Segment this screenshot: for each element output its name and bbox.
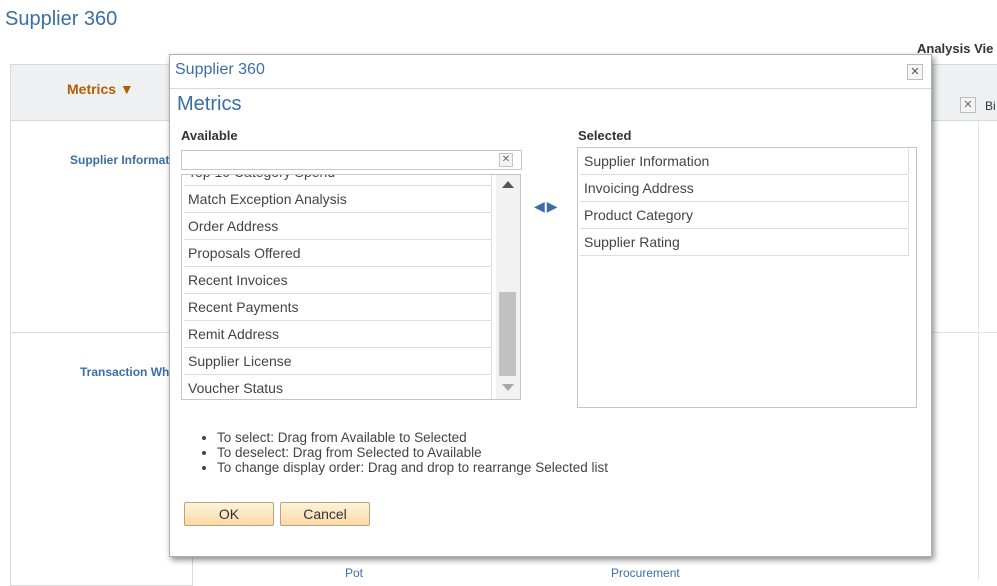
row-divider [11,332,192,333]
row-label-supplier-information: Supplier Informat [70,153,170,167]
instruction-item: To select: Drag from Available to Select… [217,430,608,445]
list-item-recent-payments[interactable]: Recent Payments [184,295,492,321]
scroll-down-icon[interactable] [502,384,514,391]
instruction-item: To change display order: Drag and drop t… [217,460,608,475]
instruction-item: To deselect: Drag from Selected to Avail… [217,445,608,460]
metrics-panel-header: Metrics ▼ [11,65,192,121]
dialog-title: Supplier 360 [175,61,265,78]
list-item-match-exception-analysis[interactable]: Match Exception Analysis [184,187,492,213]
available-label: Available [181,128,238,143]
dialog-heading: Metrics [177,93,242,115]
list-item-order-address[interactable]: Order Address [184,214,492,240]
list-item-product-category[interactable]: Product Category [580,203,909,229]
scrollbar-thumb[interactable] [499,292,516,376]
list-item-remit-address[interactable]: Remit Address [184,322,492,348]
list-item-supplier-information[interactable]: Supplier Information [580,149,909,175]
metrics-menu-button[interactable]: Metrics ▼ [67,81,134,97]
list-item-voucher-status[interactable]: Voucher Status [184,376,492,399]
available-list-items: Top 10 Category Spend Match Exception An… [182,175,492,399]
list-item-top-10-category-spend[interactable]: Top 10 Category Spend [184,175,492,186]
bg-chart-label: Pot [345,566,364,580]
close-icon[interactable]: ✕ [907,64,923,80]
list-item-recent-invoices[interactable]: Recent Invoices [184,268,492,294]
cancel-button[interactable]: Cancel [280,502,370,526]
grid-line [978,120,979,580]
list-item-invoicing-address[interactable]: Invoicing Address [580,176,909,202]
move-arrows-icon[interactable]: ◀▶ [534,198,560,215]
row-label-transaction: Transaction Wh [80,365,170,379]
list-item-proposals-offered[interactable]: Proposals Offered [184,241,492,267]
dialog-titlebar[interactable]: Supplier 360 ✕ [170,55,931,89]
available-list[interactable]: Top 10 Category Spend Match Exception An… [181,174,521,400]
metrics-dialog: Supplier 360 ✕ Metrics Available Selecte… [169,54,932,557]
ok-button[interactable]: OK [184,502,274,526]
close-column-icon[interactable]: ✕ [960,97,976,113]
clear-search-icon[interactable]: ✕ [499,153,513,167]
page-title: Supplier 360 [5,8,118,30]
metrics-panel: Metrics ▼ Supplier Informat Transaction … [10,64,193,586]
column-header-label: Bi [985,99,996,113]
selected-list[interactable]: Supplier Information Invoicing Address P… [577,147,917,408]
scroll-up-icon[interactable] [502,181,514,188]
list-item-supplier-rating[interactable]: Supplier Rating [580,230,909,256]
instructions-list: To select: Drag from Available to Select… [217,430,608,475]
list-item-supplier-license[interactable]: Supplier License [184,349,492,375]
selected-list-items: Supplier Information Invoicing Address P… [578,149,914,257]
available-scrollbar[interactable] [496,175,520,399]
available-search-input[interactable] [181,150,522,170]
selected-label: Selected [578,128,632,143]
bg-chart-label: Procurement [611,566,680,580]
grid-line [930,332,997,333]
